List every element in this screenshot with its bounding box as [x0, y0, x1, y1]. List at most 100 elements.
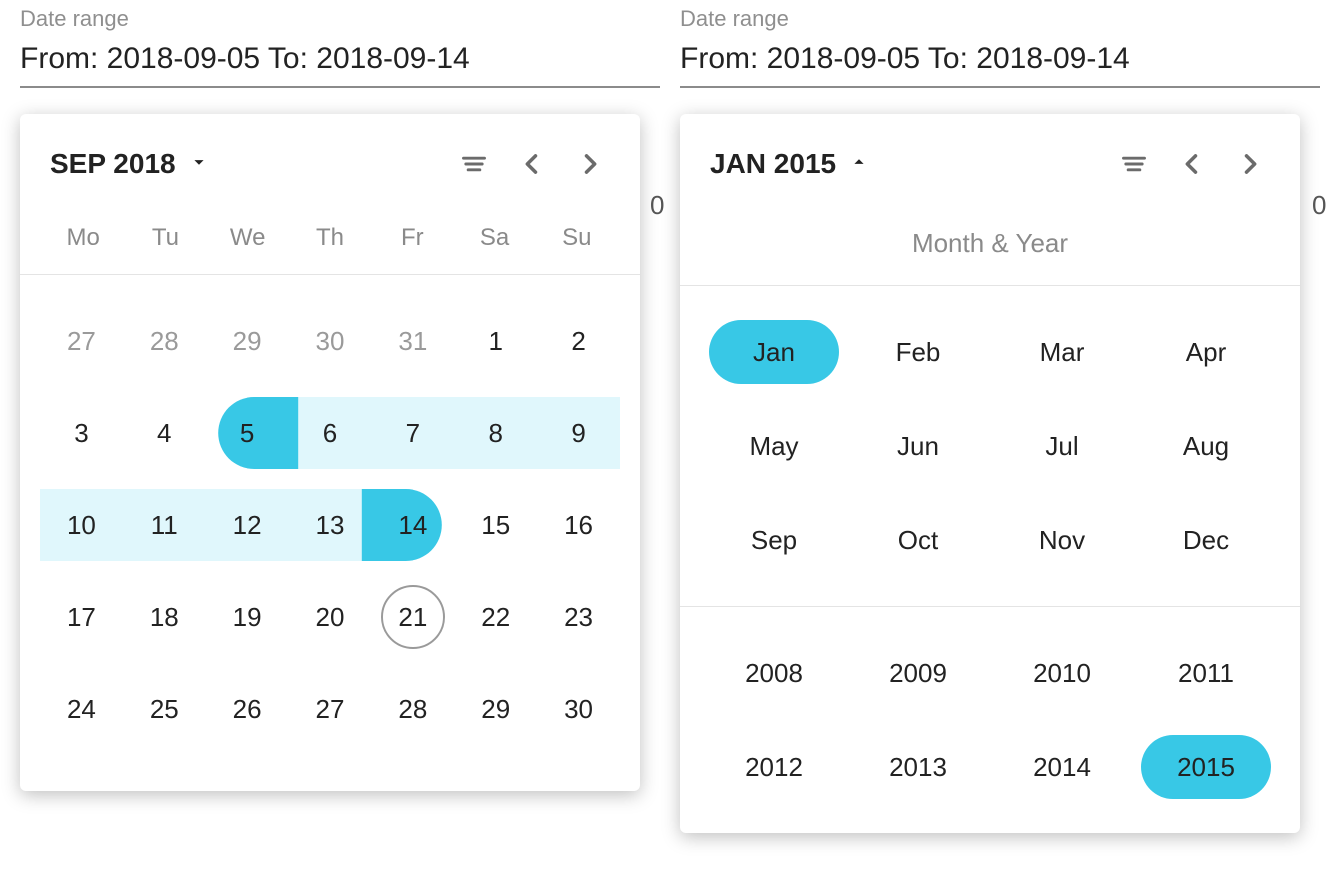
calendar-popover: SEP 2018 MoTuWeThFrSaSu 2728293031123456…: [20, 114, 640, 791]
day-number: 14: [398, 510, 427, 541]
calendar-day[interactable]: 2: [537, 295, 620, 387]
month-option[interactable]: Dec: [1134, 508, 1278, 572]
year-option[interactable]: 2008: [702, 641, 846, 705]
calendar-day[interactable]: 7: [371, 387, 454, 479]
month-option[interactable]: Aug: [1134, 414, 1278, 478]
day-number: 1: [488, 326, 502, 357]
day-number: 11: [151, 510, 178, 541]
day-number: 9: [571, 418, 585, 449]
month-label: Apr: [1186, 337, 1226, 368]
day-number: 4: [157, 418, 171, 449]
date-range-input[interactable]: From: 2018-09-05 To: 2018-09-14: [680, 42, 1320, 88]
calendar-day[interactable]: 19: [206, 571, 289, 663]
day-number: 24: [67, 694, 96, 725]
prev-month-button[interactable]: [512, 144, 552, 184]
clear-selection-icon[interactable]: [1114, 144, 1154, 184]
calendar-day[interactable]: 15: [454, 479, 537, 571]
calendar-day[interactable]: 18: [123, 571, 206, 663]
day-number: 23: [564, 602, 593, 633]
calendar-day[interactable]: 28: [371, 663, 454, 755]
month-option[interactable]: Mar: [990, 320, 1134, 384]
day-number: 5: [240, 418, 254, 449]
calendar-day[interactable]: 22: [454, 571, 537, 663]
prev-button[interactable]: [1172, 144, 1212, 184]
year-label: 2013: [889, 752, 947, 783]
month-grid: Jan Feb Mar Apr May Jun Jul Aug SepOctNovDec: [680, 286, 1300, 607]
month-year-toggle[interactable]: SEP 2018: [50, 148, 210, 180]
calendar-day[interactable]: 31: [371, 295, 454, 387]
calendar-day[interactable]: 1: [454, 295, 537, 387]
year-option[interactable]: 2014: [990, 735, 1134, 799]
calendar-day[interactable]: 26: [206, 663, 289, 755]
month-option[interactable]: Feb: [846, 320, 990, 384]
year-option[interactable]: 2009: [846, 641, 990, 705]
day-number: 25: [150, 694, 179, 725]
calendar-day[interactable]: 21: [371, 571, 454, 663]
weekday-label: Fr: [371, 224, 453, 252]
year-label: 2011: [1178, 658, 1234, 689]
calendar-day[interactable]: 14: [371, 479, 454, 571]
month-label: Aug: [1183, 431, 1229, 462]
year-option[interactable]: 2013: [846, 735, 990, 799]
day-number: 21: [398, 602, 427, 633]
calendar-day[interactable]: 24: [40, 663, 123, 755]
day-number: 27: [316, 694, 345, 725]
calendar-day[interactable]: 16: [537, 479, 620, 571]
day-number: 30: [564, 694, 593, 725]
calendar-day[interactable]: 13: [289, 479, 372, 571]
month-option[interactable]: Oct: [846, 508, 990, 572]
calendar-day[interactable]: 29: [454, 663, 537, 755]
year-option[interactable]: 2012: [702, 735, 846, 799]
calendar-day[interactable]: 12: [206, 479, 289, 571]
calendar-day[interactable]: 11: [123, 479, 206, 571]
calendar-header: SEP 2018: [20, 114, 640, 202]
calendar-day[interactable]: 20: [289, 571, 372, 663]
month-year-popover: JAN 2015 Month & Year Jan Feb Mar Apr May Jun…: [680, 114, 1300, 833]
next-month-button[interactable]: [570, 144, 610, 184]
month-option[interactable]: May: [702, 414, 846, 478]
year-option[interactable]: 2015: [1134, 735, 1278, 799]
month-option[interactable]: Jul: [990, 414, 1134, 478]
calendar-day[interactable]: 4: [123, 387, 206, 479]
month-label: Mar: [1040, 337, 1085, 368]
calendar-day[interactable]: 3: [40, 387, 123, 479]
month-year-section-label: Month & Year: [680, 202, 1300, 286]
weekday-header-row: MoTuWeThFrSaSu: [20, 202, 640, 275]
month-label: May: [749, 431, 798, 462]
month-label: Jun: [897, 431, 939, 462]
month-label: Jan: [753, 337, 795, 368]
calendar-day[interactable]: 27: [289, 663, 372, 755]
month-label: Jul: [1045, 431, 1078, 462]
day-number: 16: [564, 510, 593, 541]
month-option[interactable]: Sep: [702, 508, 846, 572]
month-option[interactable]: Nov: [990, 508, 1134, 572]
year-option[interactable]: 2010: [990, 641, 1134, 705]
day-number: 6: [323, 418, 337, 449]
year-option[interactable]: 2011: [1134, 641, 1278, 705]
month-year-toggle[interactable]: JAN 2015: [710, 148, 870, 180]
calendar-day[interactable]: 25: [123, 663, 206, 755]
day-number: 10: [67, 510, 96, 541]
calendar-day[interactable]: 30: [537, 663, 620, 755]
calendar-day[interactable]: 29: [206, 295, 289, 387]
day-number: 22: [481, 602, 510, 633]
calendar-day[interactable]: 30: [289, 295, 372, 387]
calendar-day[interactable]: 17: [40, 571, 123, 663]
calendar-day[interactable]: 5: [206, 387, 289, 479]
clear-selection-icon[interactable]: [454, 144, 494, 184]
month-option[interactable]: Apr: [1134, 320, 1278, 384]
calendar-day[interactable]: 9: [537, 387, 620, 479]
calendar-day[interactable]: 6: [289, 387, 372, 479]
day-number: 12: [233, 510, 262, 541]
date-range-input[interactable]: From: 2018-09-05 To: 2018-09-14: [20, 42, 660, 88]
calendar-day[interactable]: 23: [537, 571, 620, 663]
month-option[interactable]: Jun: [846, 414, 990, 478]
calendar-day[interactable]: 28: [123, 295, 206, 387]
calendar-day[interactable]: 8: [454, 387, 537, 479]
next-button[interactable]: [1230, 144, 1270, 184]
calendar-day[interactable]: 10: [40, 479, 123, 571]
month-option[interactable]: Jan: [702, 320, 846, 384]
background-text: 0: [650, 190, 664, 221]
day-number: 26: [233, 694, 262, 725]
calendar-day[interactable]: 27: [40, 295, 123, 387]
